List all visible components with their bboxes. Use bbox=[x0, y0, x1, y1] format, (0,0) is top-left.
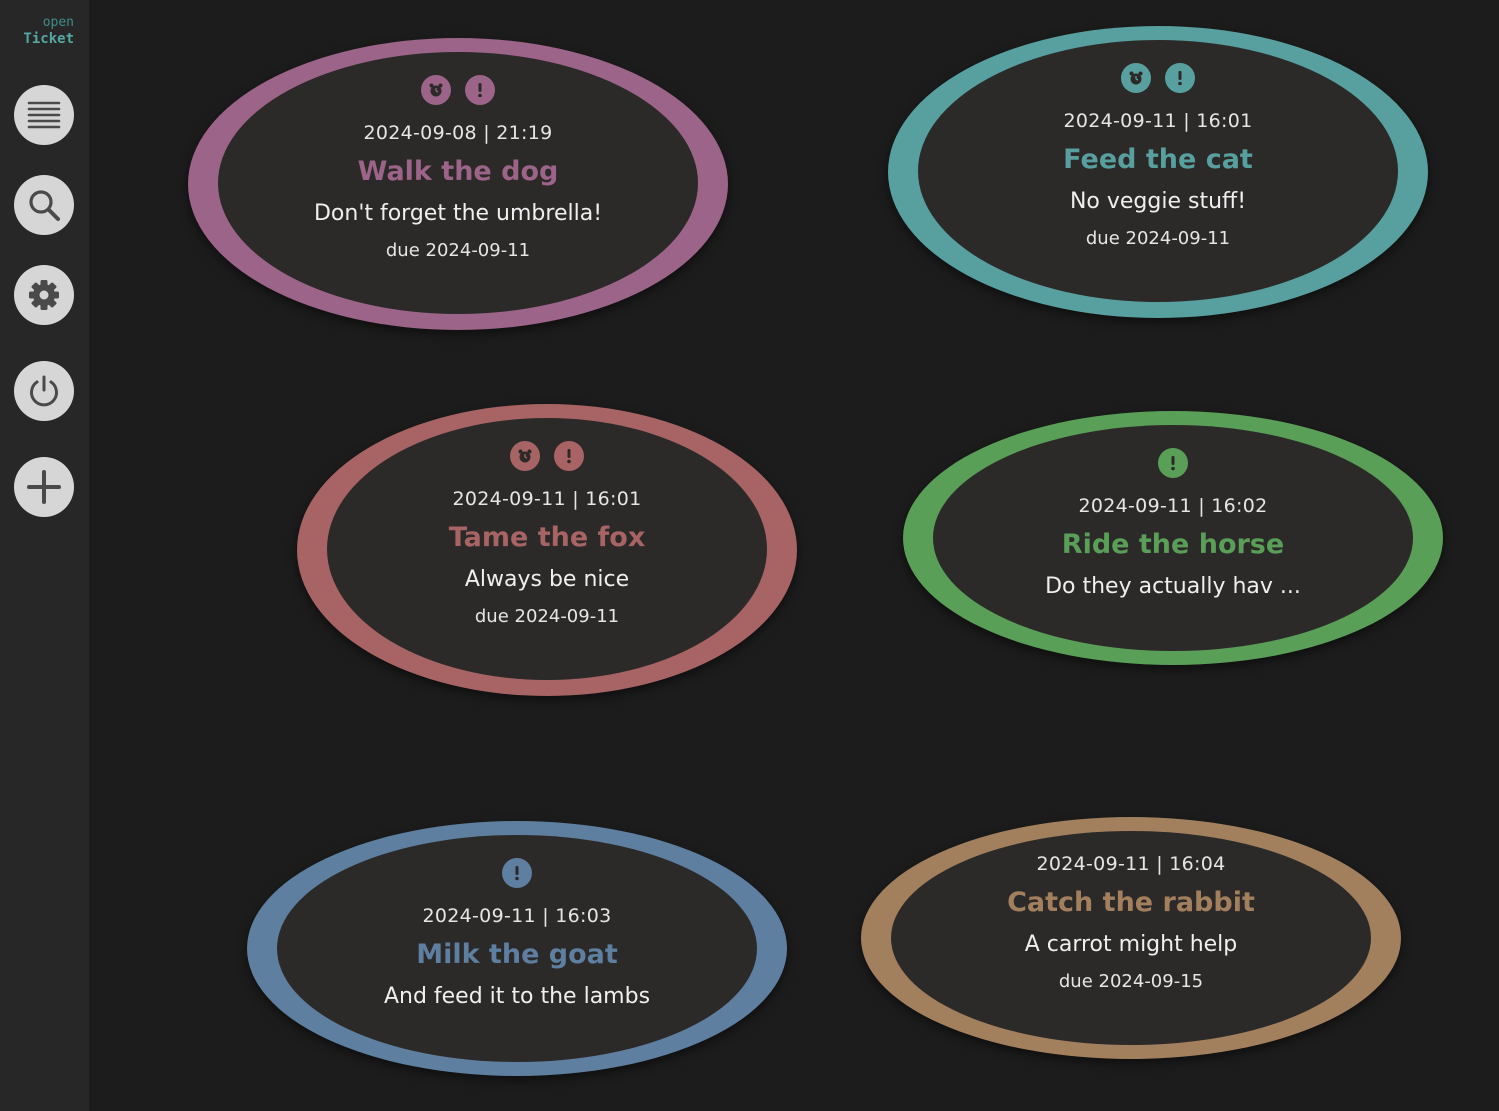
logo-line-open: open bbox=[42, 15, 74, 30]
ticket-card[interactable]: 2024-09-08 | 21:19 Walk the dog Don't fo… bbox=[188, 38, 728, 330]
ticket-badges bbox=[188, 75, 728, 105]
ticket-date: 2024-09-11 | 16:02 bbox=[1078, 495, 1268, 517]
ticket-badges bbox=[247, 858, 787, 888]
power-icon bbox=[30, 375, 58, 407]
ticket-due-date: due 2024-09-11 bbox=[474, 606, 620, 627]
ticket-card[interactable]: 2024-09-11 | 16:03 Milk the goat And fee… bbox=[247, 821, 787, 1076]
ticket-description: A carrot might help bbox=[1024, 932, 1238, 957]
add-button[interactable] bbox=[14, 457, 74, 517]
exclamation-icon bbox=[465, 75, 495, 105]
ticket-title: Ride the horse bbox=[1061, 529, 1285, 560]
search-icon bbox=[29, 190, 60, 221]
ticket-date: 2024-09-11 | 16:01 bbox=[452, 488, 642, 510]
app-logo: open Ticket bbox=[0, 14, 74, 48]
alarm-clock-icon bbox=[1121, 63, 1151, 93]
ticket-due-date: due 2024-09-15 bbox=[1058, 971, 1204, 992]
list-button[interactable] bbox=[14, 85, 74, 145]
ticket-title: Milk the goat bbox=[416, 939, 618, 970]
plus-icon bbox=[27, 470, 61, 504]
ticket-card[interactable]: 2024-09-11 | 16:01 Feed the cat No veggi… bbox=[888, 26, 1428, 318]
ticket-due-date: due 2024-09-11 bbox=[1085, 228, 1231, 249]
ticket-badges bbox=[888, 63, 1428, 93]
ticket-card[interactable]: 2024-09-11 | 16:01 Tame the fox Always b… bbox=[297, 404, 797, 696]
ticket-title: Tame the fox bbox=[448, 522, 646, 553]
ticket-title: Feed the cat bbox=[1063, 144, 1253, 175]
exclamation-icon bbox=[1158, 448, 1188, 478]
menu-icon bbox=[27, 101, 61, 129]
ticket-title: Catch the rabbit bbox=[1007, 887, 1255, 918]
exclamation-icon bbox=[554, 441, 584, 471]
ticket-title: Walk the dog bbox=[357, 156, 559, 187]
ticket-badges bbox=[903, 448, 1443, 478]
exclamation-icon bbox=[502, 858, 532, 888]
ticket-card[interactable]: 2024-09-11 | 16:04 Catch the rabbit A ca… bbox=[861, 817, 1401, 1059]
ticket-due-date: due 2024-09-11 bbox=[385, 240, 531, 261]
alarm-clock-icon bbox=[421, 75, 451, 105]
ticket-description: And feed it to the lambs bbox=[383, 984, 651, 1009]
gear-icon bbox=[29, 280, 59, 310]
ticket-date: 2024-09-08 | 21:19 bbox=[363, 122, 553, 144]
alarm-clock-icon bbox=[510, 441, 540, 471]
ticket-card[interactable]: 2024-09-11 | 16:02 Ride the horse Do the… bbox=[903, 411, 1443, 665]
ticket-description: Always be nice bbox=[464, 567, 630, 592]
exclamation-icon bbox=[1165, 63, 1195, 93]
logo-line-ticket: Ticket bbox=[23, 31, 74, 47]
ticket-date: 2024-09-11 | 16:01 bbox=[1063, 110, 1253, 132]
ticket-date: 2024-09-11 | 16:04 bbox=[1036, 853, 1226, 875]
settings-button[interactable] bbox=[14, 265, 74, 325]
sidebar: open Ticket bbox=[0, 0, 89, 1111]
ticket-description: Don't forget the umbrella! bbox=[313, 201, 603, 226]
power-button[interactable] bbox=[14, 361, 74, 421]
search-button[interactable] bbox=[14, 175, 74, 235]
ticket-badges bbox=[297, 441, 797, 471]
ticket-description: No veggie stuff! bbox=[1069, 189, 1247, 214]
ticket-date: 2024-09-11 | 16:03 bbox=[422, 905, 612, 927]
ticket-description: Do they actually hav ... bbox=[1045, 574, 1301, 599]
